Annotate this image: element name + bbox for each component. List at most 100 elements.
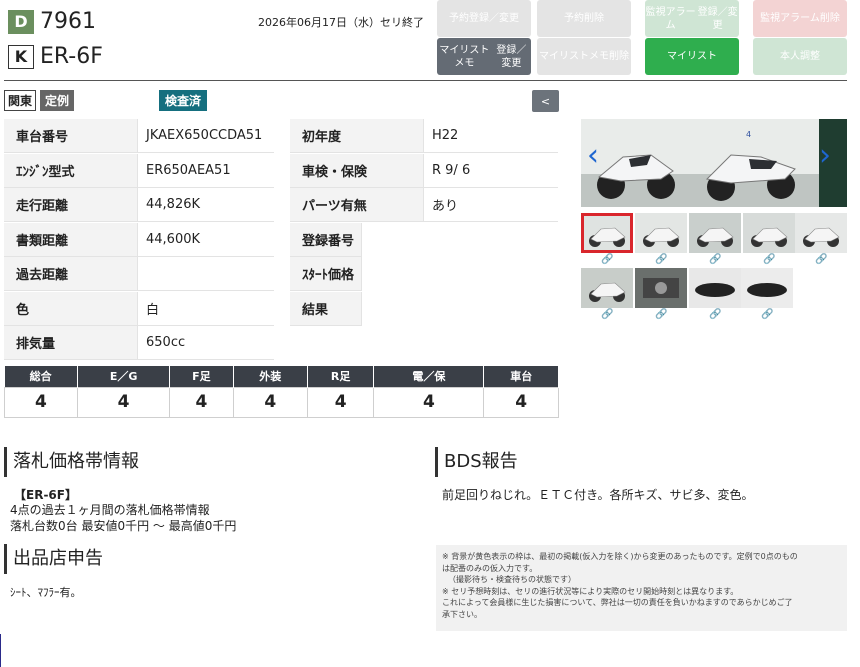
link-icon[interactable]: 🔗: [601, 254, 613, 265]
thumbnail-4[interactable]: [795, 213, 847, 253]
header-button-label: マイリスト: [667, 51, 717, 62]
thumbnail-1[interactable]: [635, 213, 687, 253]
thumbnail-2[interactable]: [689, 213, 741, 253]
spec-value: ER650AEA51: [146, 162, 231, 178]
link-icon[interactable]: 🔗: [601, 309, 613, 320]
chevron-right-icon[interactable]: ›: [819, 141, 831, 171]
spec-key: 過去距離: [4, 257, 138, 290]
score-value: 4: [169, 386, 234, 418]
lot-header: D 7961: [8, 9, 96, 34]
spec-value: [138, 257, 274, 290]
notice-line1: ※ 背景が黄色表示の枠は、最初の掲載(仮入力を除く)から変更のあったものです。定…: [442, 552, 798, 561]
header-button-sublabel: 登録／変更: [496, 44, 527, 69]
link-icon[interactable]: 🔗: [815, 254, 827, 265]
link-icon[interactable]: 🔗: [761, 309, 773, 320]
score-header: E／G: [77, 366, 171, 387]
spec-key: 初年度: [290, 119, 424, 152]
thumbnail-7[interactable]: [689, 268, 741, 308]
score-value: 4: [483, 386, 559, 418]
header-button-label: 予約: [449, 13, 469, 24]
main-photo-number: 4: [746, 130, 751, 139]
header-button-3[interactable]: 監視アラーム 削除: [753, 0, 847, 37]
spec-value: 44,826K: [146, 197, 201, 212]
spec-row: 排気量 650cc: [4, 326, 274, 360]
spec-value: R 9/ 6: [432, 162, 471, 178]
spec-row: 登録番号: [290, 222, 362, 257]
thumbnail-5[interactable]: [581, 268, 633, 308]
header-button-2[interactable]: 監視アラーム 登録／変更: [645, 0, 739, 37]
auction-date: 2026年06月17日（水）セリ終了: [258, 16, 424, 29]
spec-value: H22: [432, 128, 459, 143]
thumbnail-3[interactable]: [743, 213, 795, 253]
header-button-7[interactable]: 本人調整: [753, 38, 847, 75]
header-divider: [4, 80, 847, 81]
header-button-6[interactable]: マイリスト: [645, 38, 739, 75]
spec-value: JKAEX650CCDA51: [146, 128, 263, 143]
link-icon[interactable]: 🔗: [709, 254, 721, 265]
chevron-left-icon[interactable]: ‹: [587, 141, 599, 171]
notice-line6: 承下さい。: [442, 609, 482, 619]
link-icon[interactable]: 🔗: [763, 254, 775, 265]
header-button-4[interactable]: マイリストメモ 登録／変更: [437, 38, 531, 75]
link-icon[interactable]: 🔗: [655, 309, 667, 320]
bds-text: 前足回りねじれ。ＥＴＣ付き。各所キズ、サビ多、変色。: [442, 488, 754, 502]
header-button-1[interactable]: 予約削除: [537, 0, 631, 37]
link-icon[interactable]: 🔗: [709, 309, 721, 320]
link-icon[interactable]: 🔗: [655, 254, 667, 265]
spec-row: ｽﾀｰﾄ価格: [290, 257, 362, 291]
notice-line5: これによって会員様に生じた損害について、弊社は一切の責任を負いかねますのであらか…: [442, 598, 793, 607]
header-button-label: 本人調整: [780, 51, 820, 62]
spec-key: 登録番号: [290, 222, 362, 256]
spec-key: パーツ有無: [290, 188, 424, 221]
notice-line4: ※ セリ予想時刻は、セリの進行状況等により実際のセリ開始時刻とは異なります。: [442, 586, 739, 596]
spec-value: 44,600K: [146, 231, 201, 247]
spec-key: 車検・保険: [290, 153, 424, 187]
spec-key: 結果: [290, 291, 362, 325]
back-button[interactable]: <: [532, 90, 559, 112]
d-badge: D: [8, 9, 34, 34]
spec-key: 色: [4, 291, 138, 325]
header-button-sublabel: 削除: [819, 13, 840, 24]
spec-row: 色白: [4, 291, 274, 326]
header-button-sublabel: 登録／変更: [697, 6, 738, 31]
spec-value: あり: [432, 199, 459, 214]
k-badge: K: [8, 44, 34, 69]
notice-line3: （撮影待ち・検査待ちの状態です）: [448, 575, 576, 584]
price-info-line2: 落札台数0台 最安値0千円 ～ 最高値0千円: [10, 519, 237, 533]
header-button-label: 監視アラーム: [760, 13, 820, 24]
score-header: 総合: [4, 366, 78, 387]
notice-box: ※ 背景が黄色表示の枠は、最初の掲載(仮入力を除く)から変更のあったものです。定…: [436, 545, 847, 631]
spec-row: 書類距離 44,600K: [4, 222, 274, 257]
spec-key: ｽﾀｰﾄ価格: [290, 257, 362, 290]
score-header: 外装: [233, 366, 309, 387]
spec-key: 車台番号: [4, 119, 138, 152]
score-table: 総合 E／G F足 外装 R足 電／保 車台 4444444: [4, 366, 559, 418]
page-edge: [0, 634, 1, 667]
score-header: R足: [307, 366, 375, 387]
spec-row: 車検・保険 R 9/ 6: [290, 153, 558, 188]
score-value: 4: [306, 386, 375, 418]
model-name: ER-6F: [40, 44, 103, 69]
seller-title: 出品店申告: [4, 544, 103, 574]
spec-row: ｴﾝｼﾞﾝ型式 ER650AEA51: [4, 153, 274, 188]
main-photo[interactable]: 4 ‹ ›: [581, 119, 847, 207]
spec-key: 排気量: [4, 326, 138, 359]
score-value: 4: [232, 386, 309, 418]
thumbnail-8[interactable]: [741, 268, 793, 308]
notice-line2: は配番のみの仮入力です。: [442, 563, 538, 573]
spec-row: 車台番号 JKAEX650CCDA51: [4, 119, 274, 153]
thumbnail-0[interactable]: [581, 213, 633, 253]
header-button-label: マイリストメモ: [539, 51, 609, 62]
spec-row: パーツ有無 あり: [290, 188, 558, 222]
header-button-0[interactable]: 予約 登録／変更: [437, 0, 531, 37]
header-button-sublabel: 登録／変更: [469, 13, 519, 24]
spec-key: 書類距離: [4, 222, 138, 256]
header-button-label: マイリストメモ: [439, 44, 490, 69]
spec-key: ｴﾝｼﾞﾝ型式: [4, 153, 138, 187]
thumbnail-6[interactable]: [635, 268, 687, 308]
price-info-title: 落札価格帯情報: [4, 447, 139, 477]
spec-row: 過去距離: [4, 257, 274, 291]
header-button-5[interactable]: マイリストメモ 削除: [537, 38, 631, 75]
model-header: K ER-6F: [8, 44, 103, 69]
spec-row: 初年度 H22: [290, 119, 558, 153]
